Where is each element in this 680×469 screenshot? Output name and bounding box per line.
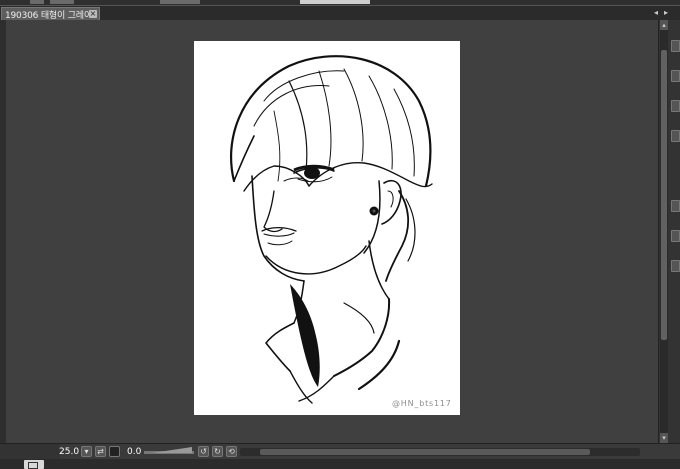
panel-button[interactable] <box>671 130 680 142</box>
horizontal-scrollbar[interactable] <box>240 448 640 456</box>
rotate-right-icon[interactable]: ↻ <box>212 446 223 457</box>
toolbar-button[interactable] <box>30 0 44 4</box>
zoom-slider[interactable] <box>144 447 194 454</box>
rotation-angle[interactable]: 0.0 <box>127 447 141 457</box>
toolbar-button[interactable] <box>50 0 74 4</box>
panel-button[interactable] <box>671 260 680 272</box>
canvas-paper[interactable]: @HN_bts117 <box>194 41 460 415</box>
flip-icon[interactable]: ⇄ <box>95 446 106 457</box>
close-icon[interactable]: × <box>89 10 97 18</box>
portrait-drawing <box>230 55 433 404</box>
scrollbar-thumb[interactable] <box>661 50 667 340</box>
panel-button[interactable] <box>671 100 680 112</box>
document-tab-bar: 190306 태형이 그레이* × ◂ ▸ <box>0 6 680 21</box>
toolbar-button[interactable] <box>160 0 200 4</box>
zoom-level[interactable]: 25.0 <box>59 447 79 457</box>
panel-button[interactable] <box>671 40 680 52</box>
status-bar: 25.0 ▾ ⇄ 0.0 ↺ ↻ ⟲ <box>0 443 680 460</box>
panel-button[interactable] <box>671 200 680 212</box>
rotate-left-icon[interactable]: ↺ <box>198 446 209 457</box>
chevron-right-icon[interactable]: ▸ <box>662 8 670 18</box>
right-panel: ▴ ▾ <box>658 20 680 443</box>
chevron-left-icon[interactable]: ◂ <box>652 8 660 18</box>
artwork-watermark: @HN_bts117 <box>392 399 452 408</box>
window-icon[interactable] <box>24 460 44 469</box>
bottom-bar <box>0 459 680 469</box>
chevron-icon[interactable]: ▾ <box>81 446 92 457</box>
scroll-up-icon[interactable]: ▴ <box>660 20 668 30</box>
reset-icon[interactable]: ⟲ <box>226 446 237 457</box>
panel-button[interactable] <box>671 70 680 82</box>
panel-button[interactable] <box>671 230 680 242</box>
document-tab-title: 190306 태형이 그레이* <box>5 10 89 21</box>
vertical-scrollbar[interactable]: ▴ ▾ <box>660 20 668 443</box>
toolbar-field[interactable] <box>300 0 370 4</box>
document-tab[interactable]: 190306 태형이 그레이* × <box>1 7 100 21</box>
navigator-area <box>0 444 60 460</box>
angle-toggle-icon[interactable] <box>109 446 120 457</box>
scroll-down-icon[interactable]: ▾ <box>660 433 668 443</box>
scrollbar-thumb[interactable] <box>260 449 590 455</box>
